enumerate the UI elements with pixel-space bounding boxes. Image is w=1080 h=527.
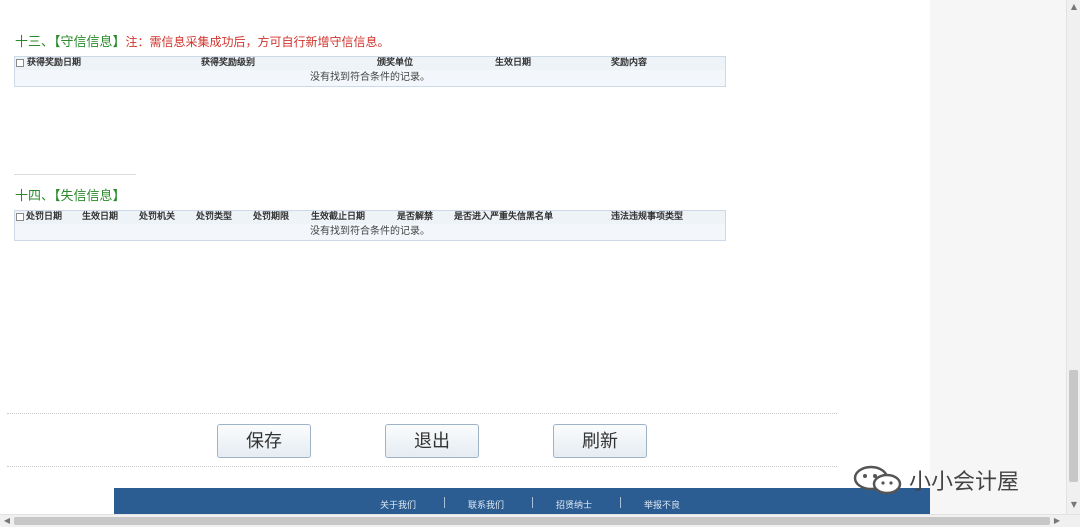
exit-button[interactable]: 退出 [385,424,479,458]
divider [7,413,837,414]
save-button[interactable]: 保存 [217,424,311,458]
column-header[interactable]: 生效日期 [495,57,531,70]
footer-separator [444,497,445,508]
column-header[interactable]: 处罚机关 [139,211,175,224]
section-13-title: 十三、【守信信息】 [15,35,126,50]
watermark-text: 小小会计屋 [909,470,1020,495]
empty-message: 没有找到符合条件的记录。 [15,224,725,240]
section-14-title: 十四、【失信信息】 [15,189,126,204]
horizontal-scrollbar[interactable]: ◀ ▶ [0,514,1080,527]
scroll-left-icon[interactable]: ◀ [2,515,12,527]
footer-link-jobs[interactable]: 招贤纳士 [556,498,592,511]
dishonesty-table: 处罚日期 生效日期 处罚机关 处罚类型 处罚期限 生效截止日期 是否解禁 是否进… [14,210,726,241]
vertical-scrollbar[interactable]: ▲ ▼ [1066,0,1080,514]
footer-link-report[interactable]: 举报不良 [644,498,680,511]
column-header[interactable]: 是否进入严重失信黑名单 [454,211,553,224]
column-header[interactable]: 生效日期 [82,211,118,224]
divider [7,466,837,467]
column-header[interactable]: 是否解禁 [397,211,433,224]
footer-separator [532,497,533,508]
section-title-credit-keeping: 十三、【守信信息】注：需信息采集成功后，方可自行新增守信信息。 [15,31,390,50]
column-header[interactable]: 颁奖单位 [377,57,413,70]
wechat-icon [853,465,902,495]
scrollbar-thumb[interactable] [1069,370,1078,482]
scroll-right-icon[interactable]: ▶ [1052,515,1062,527]
column-header[interactable]: 生效截止日期 [311,211,365,224]
select-all-checkbox[interactable] [16,213,24,221]
column-header[interactable]: 获得奖励日期 [27,57,81,70]
footer-link-about[interactable]: 关于我们 [380,498,416,511]
table-header: 处罚日期 生效日期 处罚机关 处罚类型 处罚期限 生效截止日期 是否解禁 是否进… [15,211,725,225]
select-all-checkbox[interactable] [16,59,24,67]
divider [14,174,136,175]
footer-separator [620,497,621,508]
footer-bar: 关于我们 联系我们 招贤纳士 举报不良 [114,488,953,514]
column-header[interactable]: 奖励内容 [611,57,647,70]
scroll-up-icon[interactable]: ▲ [1069,2,1079,12]
page-content: 十三、【守信信息】注：需信息采集成功后，方可自行新增守信信息。 获得奖励日期 获… [0,0,953,527]
empty-message: 没有找到符合条件的记录。 [15,70,725,86]
refresh-button[interactable]: 刷新 [553,424,647,458]
footer-link-contact[interactable]: 联系我们 [468,498,504,511]
scrollbar-thumb[interactable] [14,517,1050,525]
section-title-dishonesty: 十四、【失信信息】 [15,185,126,204]
right-gutter [930,0,1066,514]
column-header[interactable]: 处罚类型 [196,211,232,224]
credit-keeping-table: 获得奖励日期 获得奖励级别 颁奖单位 生效日期 奖励内容 没有找到符合条件的记录… [14,56,726,87]
column-header[interactable]: 处罚日期 [26,211,62,224]
column-header[interactable]: 处罚期限 [253,211,289,224]
scroll-down-icon[interactable]: ▼ [1069,500,1079,510]
table-header: 获得奖励日期 获得奖励级别 颁奖单位 生效日期 奖励内容 [15,57,725,71]
column-header[interactable]: 获得奖励级别 [201,57,255,70]
column-header[interactable]: 违法违规事项类型 [611,211,683,224]
section-13-note: 注：需信息采集成功后，方可自行新增守信信息。 [125,35,390,49]
